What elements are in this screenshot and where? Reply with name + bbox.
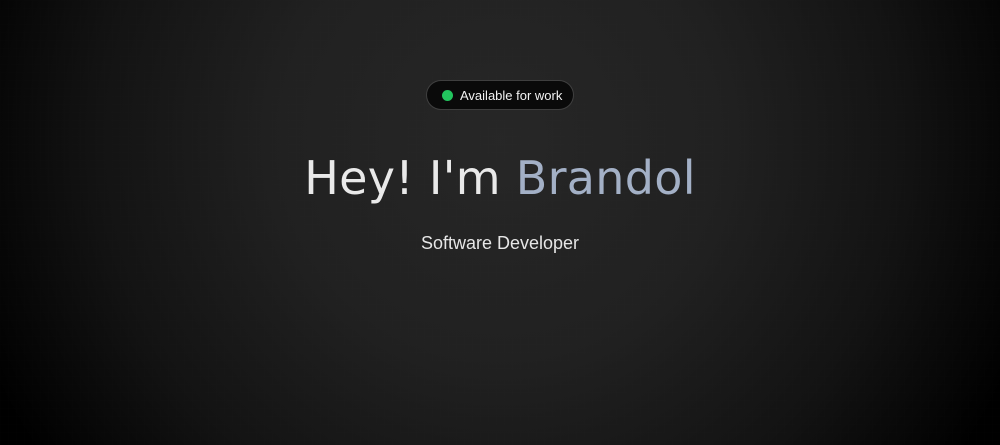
radial-glow	[0, 0, 1000, 445]
greeting-text: Hey! I'm	[304, 151, 516, 205]
hero-subtitle: Software Developer	[420, 233, 580, 253]
hero-section: Available for work Hey! I'm Brandol Soft…	[0, 0, 1000, 445]
hero-title: Hey! I'm Brandol	[0, 148, 1000, 208]
name-text: Brandol	[515, 151, 696, 205]
availability-label: Available for work	[460, 87, 563, 103]
availability-badge[interactable]: Available for work	[426, 80, 574, 110]
status-dot-icon	[442, 89, 453, 101]
